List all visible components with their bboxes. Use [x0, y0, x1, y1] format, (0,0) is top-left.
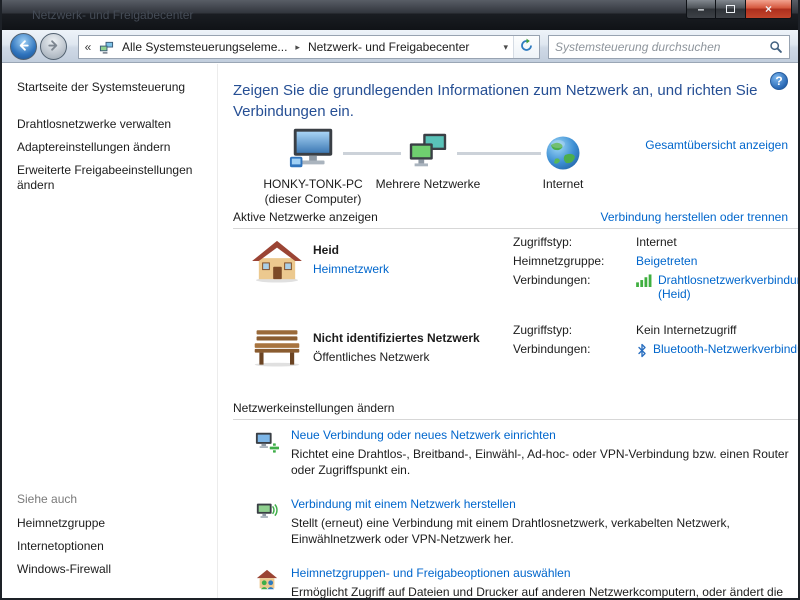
search-input[interactable]: [549, 40, 763, 54]
refresh-icon: [519, 38, 534, 56]
active-network-row-unidentified: Nicht identifiziertes Netzwerk Öffentlic…: [233, 317, 798, 399]
option-connect-to-network: Verbindung mit einem Netzwerk herstellen…: [233, 497, 798, 566]
access-type-value: Internet: [636, 235, 677, 249]
option-description: Ermöglicht Zugriff auf Dateien und Druck…: [291, 585, 784, 598]
detail-label-homegroup: Heimnetzgruppe:: [513, 254, 605, 268]
address-bar[interactable]: « Alle Systemsteuerungseleme... ▸ Netzwe…: [78, 35, 540, 59]
see-also-section: Siehe auch Heimnetzgruppe Internetoption…: [2, 488, 217, 581]
option-homegroup-sharing: Heimnetzgruppen- und Freigabeoptionen au…: [233, 566, 798, 598]
active-network-row-heid: Heid Heimnetzwerk Zugriffstyp: Internet …: [233, 229, 798, 317]
map-node-internet: Internet: [518, 130, 608, 192]
maximize-button[interactable]: [716, 0, 745, 19]
connect-disconnect-link[interactable]: Verbindung herstellen oder trennen: [601, 210, 788, 224]
network-center-icon: [97, 40, 116, 55]
connect-to-network-link[interactable]: Verbindung mit einem Netzwerk herstellen: [291, 497, 516, 511]
detail-label-access-type: Zugriffstyp:: [513, 323, 573, 337]
computer-icon: [288, 127, 338, 174]
sidebar-item-advanced-sharing-settings[interactable]: Erweiterte Freigabeeinstellungen ändern: [2, 159, 217, 197]
breadcrumb-separator-icon[interactable]: ▸: [293, 42, 302, 53]
sidebar-item-control-panel-home[interactable]: Startseite der Systemsteuerung: [2, 76, 217, 99]
sidebar-item-change-adapter-settings[interactable]: Adaptereinstellungen ändern: [2, 136, 217, 159]
map-node-computer: HONKY-TONK-PC (dieser Computer): [243, 127, 383, 207]
breadcrumb-item-all-control-panel-items[interactable]: Alle Systemsteuerungseleme...: [116, 36, 293, 58]
detail-label-connections: Verbindungen:: [513, 342, 591, 356]
network-map: HONKY-TONK-PC (dieser Computer) Mehrere …: [233, 127, 788, 208]
network-name: Heid: [313, 243, 340, 257]
setup-new-connection-link[interactable]: Neue Verbindung oder neues Netzwerk einr…: [291, 428, 556, 442]
section-divider: [233, 419, 798, 420]
sidebar-item-homegroup[interactable]: Heimnetzgruppe: [2, 512, 217, 535]
homegroup-status-link[interactable]: Beigetreten: [636, 254, 697, 268]
computer-sub-label: (dieser Computer): [264, 192, 362, 206]
internet-globe-icon: [545, 135, 581, 174]
view-full-map-link[interactable]: Gesamtübersicht anzeigen: [645, 138, 788, 152]
window-title: Netzwerk- und Freigabecenter: [32, 8, 194, 22]
map-node-multiple-networks: Mehrere Netzwerke: [373, 130, 483, 192]
detail-label-connections: Verbindungen:: [513, 273, 591, 287]
network-name: Nicht identifiziertes Netzwerk: [313, 331, 480, 345]
home-network-house-icon: [251, 239, 303, 286]
option-new-connection: Neue Verbindung oder neues Netzwerk einr…: [233, 428, 798, 497]
help-button[interactable]: ?: [770, 72, 788, 90]
wireless-connection-link[interactable]: Drahtlosnetzwerkverbindung (Heid): [658, 273, 798, 301]
internet-label: Internet: [542, 177, 584, 191]
detail-label-access-type: Zugriffstyp:: [513, 235, 573, 249]
help-icon: ?: [775, 74, 783, 88]
window-controls: – ×: [686, 0, 792, 19]
sidebar-item-manage-wireless-networks[interactable]: Drahtlosnetzwerke verwalten: [2, 113, 217, 136]
minimize-icon: –: [697, 2, 705, 16]
multiple-networks-label: Mehrere Netzwerke: [375, 177, 481, 191]
close-button[interactable]: ×: [745, 0, 792, 19]
arrow-right-icon: [46, 38, 61, 56]
navigation-bar: « Alle Systemsteuerungseleme... ▸ Netzwe…: [2, 30, 798, 63]
forward-button[interactable]: [40, 33, 67, 60]
connect-network-icon: [255, 499, 279, 526]
back-button[interactable]: [10, 33, 37, 60]
network-type-link[interactable]: Heimnetzwerk: [313, 262, 389, 276]
network-settings-header: Netzwerkeinstellungen ändern: [233, 401, 395, 415]
refresh-button[interactable]: [513, 36, 539, 58]
maximize-icon: [726, 5, 735, 13]
option-description: Richtet eine Drahtlos-, Breitband-, Einw…: [291, 447, 789, 477]
network-type-label: Öffentliches Netzwerk: [313, 350, 430, 364]
network-details: Zugriffstyp: Internet Heimnetzgruppe: Be…: [513, 235, 798, 306]
breadcrumb-item-network-sharing-center[interactable]: Netzwerk- und Freigabecenter: [302, 36, 475, 58]
page-heading: Zeigen Sie die grundlegenden Information…: [233, 82, 758, 120]
search-box[interactable]: [548, 35, 790, 59]
sidebar-item-internet-options[interactable]: Internetoptionen: [2, 535, 217, 558]
network-details: Zugriffstyp: Kein Internetzugriff Verbin…: [513, 323, 798, 366]
bluetooth-connection-link[interactable]: Bluetooth-Netzwerkverbindung: [653, 342, 798, 356]
network-sharing-center-window: Netzwerk- und Freigabecenter – × « Alle: [0, 0, 800, 600]
multiple-networks-icon: [406, 131, 450, 174]
see-also-header: Siehe auch: [17, 492, 78, 506]
minimize-button[interactable]: –: [686, 0, 716, 19]
wifi-signal-icon: [636, 274, 653, 290]
breadcrumb-overflow-chevron[interactable]: «: [79, 40, 97, 54]
sidebar: Startseite der Systemsteuerung Drahtlosn…: [2, 64, 218, 598]
homegroup-icon: [255, 568, 279, 595]
public-network-bench-icon: [251, 327, 303, 370]
main-content: ? Zeigen Sie die grundlegenden Informati…: [219, 64, 798, 598]
arrow-left-icon: [16, 38, 31, 56]
sidebar-item-windows-firewall[interactable]: Windows-Firewall: [2, 558, 217, 581]
homegroup-options-link[interactable]: Heimnetzgruppen- und Freigabeoptionen au…: [291, 566, 571, 580]
new-connection-icon: [255, 430, 280, 457]
active-networks-header: Aktive Netzwerke anzeigen: [233, 210, 378, 224]
computer-name-label: HONKY-TONK-PC: [263, 177, 363, 191]
address-dropdown-icon[interactable]: ▾: [498, 42, 513, 53]
access-type-value: Kein Internetzugriff: [636, 323, 737, 337]
titlebar[interactable]: Netzwerk- und Freigabecenter – ×: [2, 0, 798, 30]
close-icon: ×: [764, 2, 772, 16]
search-icon[interactable]: [763, 40, 789, 54]
bluetooth-icon: [636, 343, 648, 361]
option-description: Stellt (erneut) eine Verbindung mit eine…: [291, 516, 730, 546]
